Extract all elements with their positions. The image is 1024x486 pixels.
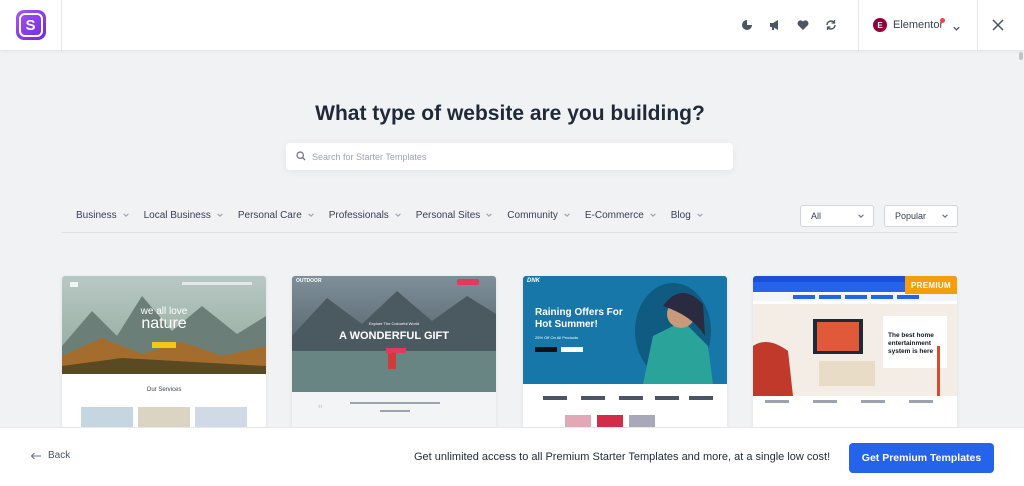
category-label: Blog bbox=[670, 209, 691, 221]
category-label: Personal Care bbox=[237, 209, 302, 221]
search-input[interactable] bbox=[312, 151, 712, 162]
card-hero-line2: nature bbox=[141, 315, 187, 332]
card-sub: 25% Off On All Products bbox=[535, 335, 579, 340]
category-blog[interactable]: Blog bbox=[671, 210, 704, 221]
svg-text:“: “ bbox=[318, 401, 323, 417]
sort-value: Popular bbox=[895, 211, 927, 221]
card-hero: Raining Offers For Hot Summer! bbox=[535, 307, 623, 330]
heart-icon[interactable] bbox=[796, 18, 810, 32]
chevron-down-icon bbox=[122, 213, 129, 217]
category-personal-sites[interactable]: Personal Sites bbox=[416, 210, 493, 221]
category-professionals[interactable]: Professionals bbox=[329, 210, 402, 221]
back-label: Back bbox=[48, 450, 71, 461]
megaphone-icon[interactable] bbox=[768, 18, 782, 32]
category-tabs: Business Local Business Personal Care Pr… bbox=[76, 205, 718, 225]
notification-dot bbox=[940, 18, 945, 23]
logo-cell: S bbox=[0, 0, 62, 50]
template-card[interactable]: “ OUTDOOR Explore The Colourful World A … bbox=[292, 276, 496, 427]
sync-icon[interactable] bbox=[824, 18, 838, 32]
card-kicker: Explore The Colourful World bbox=[368, 321, 420, 326]
search-icon bbox=[296, 148, 306, 166]
sort-select[interactable]: Popular bbox=[884, 205, 958, 227]
chevron-down-icon bbox=[486, 213, 493, 217]
chevron-down-icon bbox=[942, 214, 948, 218]
card-brand: DNK bbox=[527, 278, 540, 284]
chevron-down-icon bbox=[696, 213, 703, 217]
template-preview-outdoor: “ bbox=[292, 276, 496, 427]
chevron-down-icon bbox=[395, 213, 401, 217]
premium-promo-text: Get unlimited access to all Premium Star… bbox=[414, 451, 831, 463]
template-preview-nature bbox=[62, 276, 266, 427]
category-personal-care[interactable]: Personal Care bbox=[238, 210, 315, 221]
chevron-down-icon bbox=[952, 20, 961, 38]
card-section-title: Our Services bbox=[146, 387, 182, 393]
arrow-left-icon bbox=[30, 452, 41, 459]
category-label: Professionals bbox=[328, 209, 389, 221]
page-title: What type of website are you building? bbox=[315, 102, 705, 125]
page-builder-selector[interactable]: E Elementor bbox=[858, 0, 978, 50]
premium-badge: PREMIUM bbox=[905, 276, 957, 294]
category-label: Community bbox=[507, 209, 558, 221]
template-card[interactable]: we all love nature Our Services bbox=[62, 276, 266, 427]
category-label: Business bbox=[76, 209, 117, 221]
type-filter-select[interactable]: All bbox=[800, 205, 874, 227]
back-button[interactable]: Back bbox=[30, 450, 70, 461]
card-hero: A WONDERFUL GIFT bbox=[339, 330, 449, 342]
template-card[interactable]: DNK Raining Offers For Hot Summer! 25% O… bbox=[523, 276, 727, 427]
filter-divider bbox=[62, 232, 958, 233]
elementor-icon: E bbox=[873, 18, 887, 32]
category-label: Local Business bbox=[143, 209, 211, 221]
search-box bbox=[286, 143, 733, 170]
header-icons bbox=[740, 0, 838, 50]
category-label: E-Commerce bbox=[584, 209, 644, 221]
template-preview-fashion bbox=[523, 276, 727, 427]
category-local-business[interactable]: Local Business bbox=[144, 210, 224, 221]
bottom-bar: Back Get unlimited access to all Premium… bbox=[0, 427, 1024, 486]
card-hero: The best home entertainment system is he… bbox=[888, 332, 934, 355]
template-card[interactable]: PREMIUM The best home entertainment syst… bbox=[753, 276, 957, 427]
scrollbar-thumb[interactable] bbox=[1019, 52, 1023, 60]
category-business[interactable]: Business bbox=[76, 210, 130, 221]
pie-chart-icon[interactable] bbox=[740, 18, 754, 32]
category-e-commerce[interactable]: E-Commerce bbox=[585, 210, 657, 221]
chevron-down-icon bbox=[307, 213, 314, 217]
get-premium-templates-button[interactable]: Get Premium Templates bbox=[849, 443, 994, 473]
type-filter-value: All bbox=[811, 211, 822, 221]
category-community[interactable]: Community bbox=[507, 210, 571, 221]
chevron-down-icon bbox=[217, 213, 223, 217]
close-icon[interactable] bbox=[988, 15, 1008, 35]
top-bar: S E Elementor bbox=[0, 0, 1024, 51]
chevron-down-icon bbox=[649, 213, 656, 217]
category-label: Personal Sites bbox=[415, 209, 481, 221]
builder-label: Elementor bbox=[893, 19, 944, 31]
starter-templates-logo[interactable]: S bbox=[15, 10, 46, 40]
card-brand: OUTDOOR bbox=[296, 278, 322, 284]
chevron-down-icon bbox=[564, 213, 570, 217]
logo-letter: S bbox=[18, 13, 43, 37]
chevron-down-icon bbox=[858, 214, 864, 218]
